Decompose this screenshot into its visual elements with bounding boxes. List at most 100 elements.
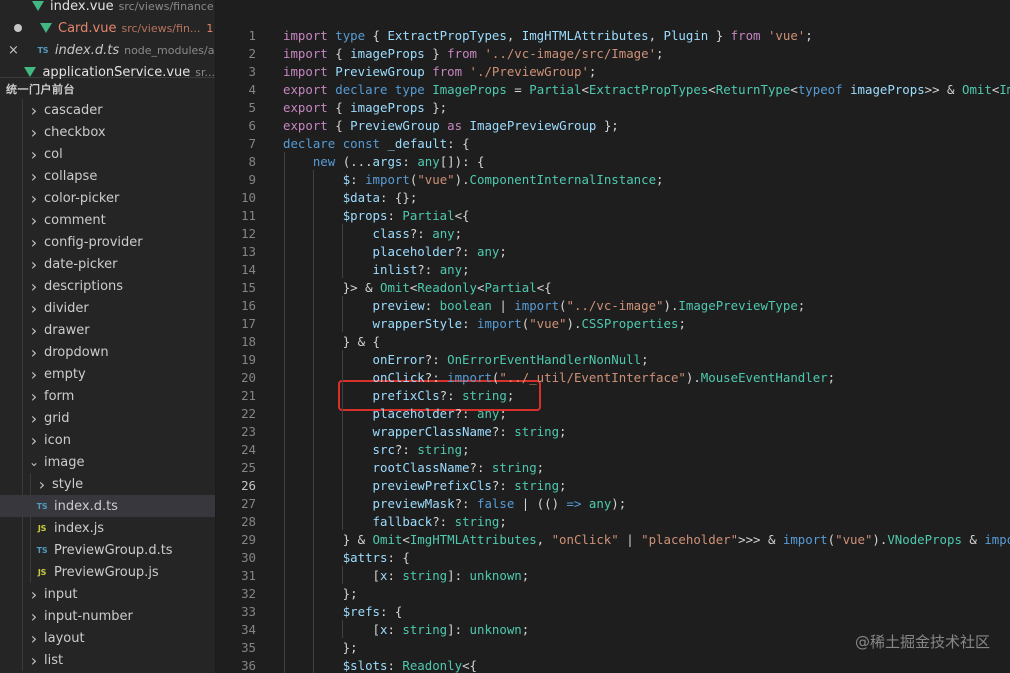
code-line[interactable]: 15 }> & Omit<Readonly<Partial<{ (216, 278, 1010, 296)
chevron-right-icon[interactable]: › (26, 629, 42, 648)
chevron-right-icon[interactable]: › (26, 321, 42, 340)
tree-folder-cascader[interactable]: › cascader (0, 99, 215, 121)
code-line[interactable]: 32 }; (216, 584, 1010, 602)
chevron-right-icon[interactable]: › (26, 101, 42, 120)
chevron-right-icon[interactable]: › (26, 607, 42, 626)
open-editor-name: applicationService.vue (42, 64, 191, 80)
chevron-right-icon[interactable]: › (26, 123, 42, 142)
unsaved-dot-icon[interactable] (14, 24, 22, 32)
tree-folder-collapse[interactable]: › collapse (0, 165, 215, 187)
code-line[interactable]: 17 wrapperStyle: import("vue").CSSProper… (216, 314, 1010, 332)
line-number: 14 (241, 261, 256, 277)
code-text: declare const _default: { (283, 135, 470, 151)
code-line[interactable]: 28 fallback?: string; (216, 512, 1010, 530)
code-line[interactable]: 7 declare const _default: { (216, 134, 1010, 152)
code-line[interactable]: 3 import PreviewGroup from './PreviewGrou… (216, 62, 1010, 80)
code-line[interactable]: 24 src?: string; (216, 440, 1010, 458)
code-line[interactable]: 11 $props: Partial<{ (216, 206, 1010, 224)
tree-folder-col[interactable]: › col (0, 143, 215, 165)
tree-folder-grid[interactable]: › grid (0, 407, 215, 429)
tree-folder-list[interactable]: › list (0, 649, 215, 671)
open-editor-item[interactable]: index.vue src/views/finance (0, 0, 215, 17)
chevron-right-icon[interactable]: › (26, 299, 42, 318)
chevron-right-icon[interactable]: › (26, 651, 42, 670)
code-line[interactable]: 21 prefixCls?: string; (216, 386, 1010, 404)
chevron-right-icon[interactable]: › (26, 365, 42, 384)
code-line[interactable]: 23 wrapperClassName?: string; (216, 422, 1010, 440)
code-line[interactable]: 14 inlist?: any; (216, 260, 1010, 278)
chevron-right-icon[interactable]: › (26, 585, 42, 604)
line-number: 3 (248, 63, 256, 79)
code-line[interactable]: 26 previewPrefixCls?: string; (216, 476, 1010, 494)
chevron-right-icon[interactable]: › (26, 233, 42, 252)
chevron-right-icon[interactable]: › (26, 167, 42, 186)
line-number: 1 (248, 27, 256, 43)
chevron-right-icon[interactable]: › (26, 277, 42, 296)
code-line[interactable]: 20 onClick?: import("../_util/EventInter… (216, 368, 1010, 386)
code-line[interactable]: 29 } & Omit<ImgHTMLAttributes, "onClick"… (216, 530, 1010, 548)
chevron-right-icon[interactable]: › (26, 189, 42, 208)
code-line[interactable]: 19 onError?: OnErrorEventHandlerNonNull; (216, 350, 1010, 368)
tree-folder-drawer[interactable]: › drawer (0, 319, 215, 341)
code-line[interactable]: 1 import type { ExtractPropTypes, ImgHTML… (216, 26, 1010, 44)
code-editor[interactable]: @稀土掘金技术社区 1 import type { ExtractPropType… (216, 0, 1010, 673)
line-number: 25 (241, 459, 256, 475)
code-line[interactable]: 16 preview: boolean | import("../vc-imag… (216, 296, 1010, 314)
code-line[interactable]: 9 $: import("vue").ComponentInternalInst… (216, 170, 1010, 188)
code-line[interactable]: 18 } & { (216, 332, 1010, 350)
chevron-right-icon[interactable]: › (26, 145, 42, 164)
close-icon[interactable]: × (8, 43, 19, 58)
tree-file-index-js[interactable]: JS index.js (0, 517, 215, 539)
tree-folder-comment[interactable]: › comment (0, 209, 215, 231)
tree-folder-form[interactable]: › form (0, 385, 215, 407)
open-editor-item[interactable]: applicationService.vue sr... (0, 61, 215, 83)
chevron-right-icon[interactable]: › (26, 387, 42, 406)
code-line[interactable]: 13 placeholder?: any; (216, 242, 1010, 260)
code-line[interactable]: 27 previewMask?: false | (() => any); (216, 494, 1010, 512)
chevron-right-icon[interactable]: › (26, 343, 42, 362)
code-line[interactable]: 6 export { PreviewGroup as ImagePreviewGr… (216, 116, 1010, 134)
tree-file-index-d-ts[interactable]: TS index.d.ts (0, 495, 215, 517)
code-line[interactable]: 25 rootClassName?: string; (216, 458, 1010, 476)
tree-folder-checkbox[interactable]: › checkbox (0, 121, 215, 143)
code-line[interactable]: 2 import { imageProps } from '../vc-image… (216, 44, 1010, 62)
chevron-right-icon[interactable]: › (26, 211, 42, 230)
code-line[interactable]: 12 class?: any; (216, 224, 1010, 242)
tree-folder-dropdown[interactable]: › dropdown (0, 341, 215, 363)
code-line[interactable]: 22 placeholder?: any; (216, 404, 1010, 422)
tree-folder-empty[interactable]: › empty (0, 363, 215, 385)
code-text: $refs: { (342, 603, 403, 619)
chevron-right-icon[interactable]: › (34, 475, 50, 494)
code-line[interactable]: 5 export { imageProps }; (216, 98, 1010, 116)
chevron-right-icon[interactable]: › (26, 255, 42, 274)
tree-folder-config-provider[interactable]: › config-provider (0, 231, 215, 253)
tree-folder-icon[interactable]: › icon (0, 429, 215, 451)
code-line[interactable]: 4 export declare type ImageProps = Partia… (216, 80, 1010, 98)
tree-file-PreviewGroup-d-ts[interactable]: TS PreviewGroup.d.ts (0, 539, 215, 561)
tree-folder-input[interactable]: › input (0, 583, 215, 605)
chevron-right-icon[interactable]: › (26, 409, 42, 428)
tree-file-PreviewGroup-js[interactable]: JS PreviewGroup.js (0, 561, 215, 583)
tree-folder-descriptions[interactable]: › descriptions (0, 275, 215, 297)
code-line[interactable]: 31 [x: string]: unknown; (216, 566, 1010, 584)
code-text: [x: string]: unknown; (283, 621, 530, 637)
open-editor-item[interactable]: Card.vue src/views/fin... 1 (0, 17, 215, 39)
chevron-right-icon[interactable]: › (26, 431, 42, 450)
code-line[interactable]: 36 $slots: Readonly<{ (216, 656, 1010, 673)
code-line[interactable]: 33 $refs: { (216, 602, 1010, 620)
tree-folder-input-number[interactable]: › input-number (0, 605, 215, 627)
tree-folder-divider[interactable]: › divider (0, 297, 215, 319)
code-line[interactable]: 8 new (...args: any[]): { (216, 152, 1010, 170)
code-line[interactable]: 10 $data: {}; (216, 188, 1010, 206)
tree-folder-style[interactable]: › style (0, 473, 215, 495)
code-line[interactable]: 34 [x: string]: unknown; (216, 620, 1010, 638)
tree-folder-color-picker[interactable]: › color-picker (0, 187, 215, 209)
tree-folder-image[interactable]: ⌄ image (0, 451, 215, 473)
open-editor-item[interactable]: × TS index.d.ts node_modules/a... (0, 39, 215, 61)
tree-folder-date-picker[interactable]: › date-picker (0, 253, 215, 275)
chevron-down-icon[interactable]: ⌄ (26, 454, 42, 470)
code-line[interactable]: 35 }; (216, 638, 1010, 656)
tree-folder-layout[interactable]: › layout (0, 627, 215, 649)
tree-item-label: divider (44, 300, 89, 316)
code-line[interactable]: 30 $attrs: { (216, 548, 1010, 566)
